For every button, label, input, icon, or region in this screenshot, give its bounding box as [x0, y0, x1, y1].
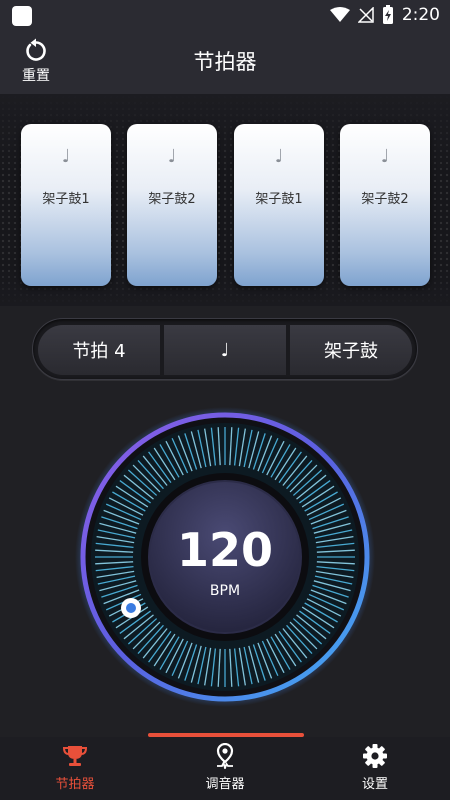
- note-icon: ♩: [380, 146, 390, 167]
- beats-per-bar-button[interactable]: 节拍 4: [38, 325, 160, 375]
- status-icons: 2:20: [329, 4, 440, 26]
- note-icon: ♩: [274, 146, 284, 167]
- note-icon: ♩: [61, 146, 71, 167]
- dial-knob[interactable]: [121, 598, 141, 618]
- pad-label: 架子鼓2: [148, 192, 196, 207]
- beat-pad-4[interactable]: ♩ 架子鼓2: [340, 124, 430, 286]
- status-bar: 2:20: [0, 0, 450, 30]
- trophy-icon: [62, 746, 88, 766]
- tempo-dial[interactable]: 120 BPM: [75, 407, 375, 707]
- tuner-pin-icon: [216, 743, 234, 769]
- gear-icon: [363, 744, 387, 768]
- beat-pad-panel: ♩ 架子鼓1 ♩ 架子鼓2 ♩ 架子鼓1 ♩ 架子鼓2: [0, 94, 450, 306]
- status-time: 2:20: [401, 5, 440, 25]
- note-icon: ♩: [167, 146, 177, 167]
- bpm-value: 120: [176, 523, 274, 577]
- nav-tuner[interactable]: 调音器: [150, 737, 300, 800]
- page-title: 节拍器: [193, 50, 257, 74]
- beat-pad-2[interactable]: ♩ 架子鼓2: [127, 124, 217, 286]
- pad-label: 架子鼓1: [42, 192, 90, 207]
- nav-label: 设置: [361, 777, 388, 792]
- settings-segmented-control: 节拍 4 ♩ 架子鼓: [32, 318, 418, 380]
- app-notification-icon: [12, 6, 32, 26]
- wifi-icon: [329, 7, 350, 22]
- no-signal-icon: [357, 7, 374, 23]
- nav-label: 节拍器: [55, 777, 95, 792]
- nav-metronome[interactable]: 节拍器: [0, 737, 150, 800]
- bottom-nav: 节拍器 调音器 设置: [0, 737, 450, 800]
- sound-select-button[interactable]: 架子鼓: [290, 325, 412, 375]
- nav-label: 调音器: [205, 777, 245, 792]
- beat-pad-1[interactable]: ♩ 架子鼓1: [21, 124, 111, 286]
- nav-settings[interactable]: 设置: [300, 737, 450, 800]
- pad-label: 架子鼓2: [361, 192, 409, 207]
- bpm-unit: BPM: [209, 583, 241, 599]
- note-value-button[interactable]: ♩: [164, 325, 286, 375]
- battery-charging-icon: [382, 5, 393, 24]
- header: 重置 节拍器: [0, 30, 450, 94]
- beat-pad-3[interactable]: ♩ 架子鼓1: [234, 124, 324, 286]
- pad-label: 架子鼓1: [255, 192, 303, 207]
